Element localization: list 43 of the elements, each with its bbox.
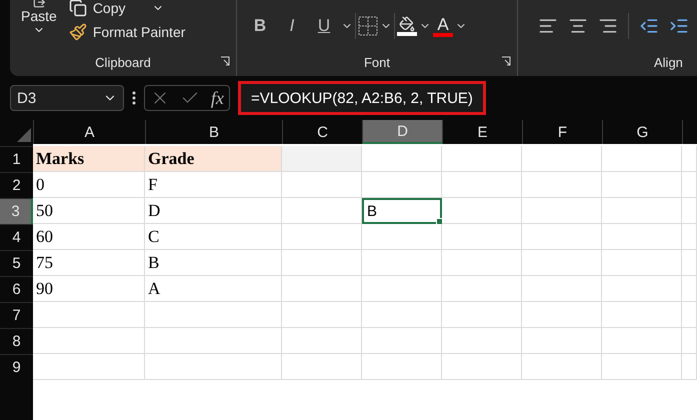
column-header[interactable]: C bbox=[282, 120, 362, 144]
column-header[interactable]: B bbox=[145, 120, 282, 144]
insert-function-button[interactable]: fx bbox=[210, 88, 224, 108]
table-cell: F bbox=[145, 172, 282, 198]
active-cell[interactable]: B bbox=[362, 198, 442, 224]
borders-icon[interactable] bbox=[358, 16, 378, 36]
paste-button[interactable]: Paste bbox=[18, 0, 60, 38]
column-header[interactable]: D bbox=[362, 120, 442, 144]
row-header[interactable]: 3 bbox=[0, 198, 33, 224]
copy-icon bbox=[68, 0, 87, 17]
paintbrush-icon bbox=[68, 23, 87, 41]
underline-button[interactable]: U bbox=[309, 14, 339, 38]
select-all-icon[interactable] bbox=[17, 128, 31, 142]
table-cell: 0 bbox=[33, 172, 145, 198]
format-painter-button[interactable]: Format Painter bbox=[66, 21, 188, 43]
table-cell: C bbox=[145, 224, 282, 250]
group-label: Clipboard bbox=[95, 54, 151, 70]
table-cell: B bbox=[145, 250, 282, 276]
group-label: Font bbox=[364, 54, 390, 70]
table-cell: 50 bbox=[33, 198, 145, 224]
table-cell: Marks bbox=[33, 146, 145, 172]
column-header[interactable] bbox=[682, 120, 697, 144]
name-box[interactable]: D3 bbox=[10, 85, 124, 111]
table-cell: 90 bbox=[33, 276, 145, 302]
column-header[interactable]: A bbox=[33, 120, 145, 144]
table-cell: 60 bbox=[33, 224, 145, 250]
formula-field[interactable]: =VLOOKUP(82, A2:B6, 2, TRUE) bbox=[238, 81, 486, 115]
italic-button[interactable]: I bbox=[277, 14, 307, 38]
fill-color-button[interactable] bbox=[397, 16, 417, 36]
table-cell: 75 bbox=[33, 250, 145, 276]
table-cell: Grade bbox=[145, 146, 282, 172]
group-label: Align bbox=[654, 54, 683, 70]
column-header[interactable]: F bbox=[522, 120, 602, 144]
copy-button[interactable]: Copy bbox=[66, 0, 188, 19]
dialog-launcher-icon[interactable] bbox=[220, 56, 230, 66]
bold-button[interactable]: B bbox=[245, 14, 275, 38]
font-color-button[interactable]: A bbox=[433, 16, 453, 36]
table-cell: D bbox=[145, 198, 282, 224]
column-header[interactable]: G bbox=[602, 120, 682, 144]
table-cell: A bbox=[145, 276, 282, 302]
dialog-launcher-icon[interactable] bbox=[501, 56, 511, 66]
column-header[interactable]: E bbox=[442, 120, 522, 144]
more-options-icon[interactable] bbox=[132, 91, 136, 105]
